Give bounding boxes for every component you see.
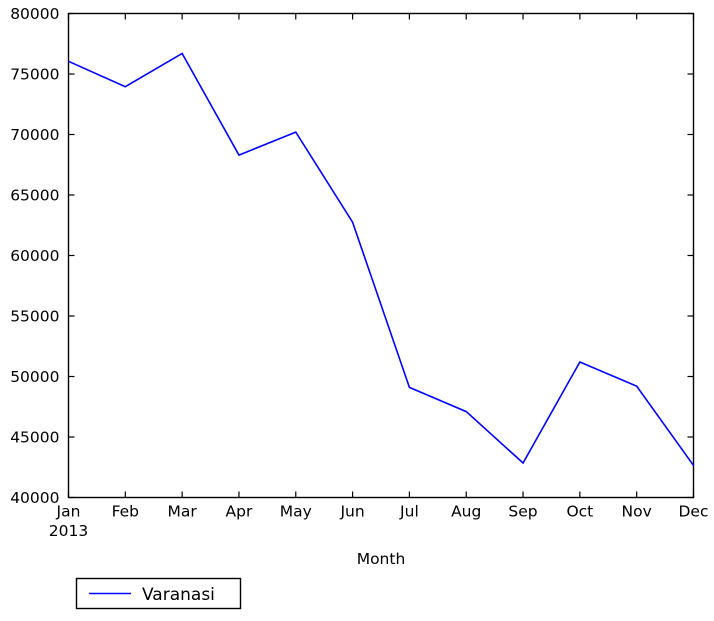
y-tick-label: 80000: [10, 5, 59, 23]
y-axis-tick-labels: 40000 45000 50000 55000 60000 65000 70000 75000…: [10, 5, 59, 507]
y-axis-ticks: [68, 12, 694, 499]
x-tick-label: Jun: [339, 503, 364, 521]
x-axis-ticks: [67, 13, 695, 498]
y-tick-label: 75000: [10, 66, 59, 84]
x-tick-label: May: [280, 503, 312, 521]
chart-figure: 40000 45000 50000 55000 60000 65000 70000 75000…: [0, 0, 714, 621]
line-chart-canvas: 40000 45000 50000 55000 60000 65000 70000 75000…: [10, 5, 709, 610]
y-tick-label: 50000: [10, 368, 59, 386]
x-axis-year-label: 2013: [49, 522, 88, 540]
x-tick-label: Oct: [566, 503, 593, 521]
x-tick-label: Feb: [112, 503, 139, 521]
x-tick-label: Jan: [56, 503, 81, 521]
y-tick-label: 55000: [10, 308, 59, 326]
x-tick-label: Apr: [226, 503, 253, 521]
y-tick-label: 65000: [10, 187, 59, 205]
x-tick-label: Nov: [622, 503, 652, 521]
plot-frame: [67, 12, 695, 499]
x-tick-label: Sep: [508, 503, 537, 521]
x-axis-title: Month: [357, 550, 406, 568]
data-series-group: [68, 52, 695, 466]
y-tick-label: 40000: [10, 489, 59, 507]
x-tick-label: Mar: [168, 503, 198, 521]
y-tick-label: 70000: [10, 126, 59, 144]
x-axis-tick-labels: Jan Feb Mar Apr May Jun Jul Aug Sep Oct Nov Dec: [56, 503, 709, 521]
data-line-varanasi: [68, 52, 695, 466]
chart-legend[interactable]: Varanasi: [75, 577, 242, 610]
y-tick-label: 60000: [10, 247, 59, 265]
legend-label-varanasi: Varanasi: [142, 585, 215, 605]
x-tick-label: Dec: [679, 503, 709, 521]
x-tick-label: Jul: [399, 503, 419, 521]
y-tick-label: 45000: [10, 429, 59, 447]
x-tick-label: Aug: [451, 503, 481, 521]
